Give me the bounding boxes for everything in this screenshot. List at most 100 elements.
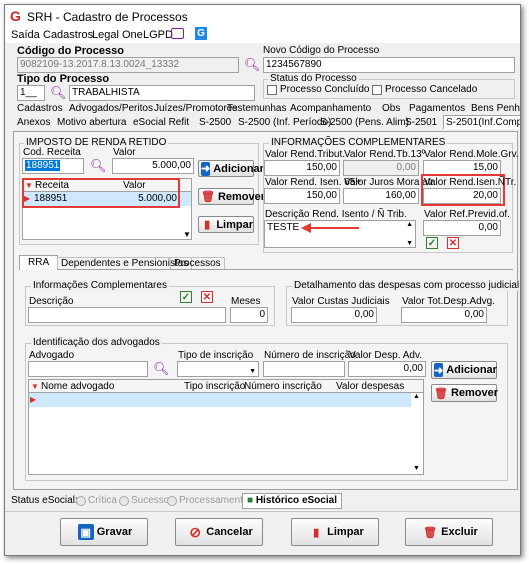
tab-cadastros[interactable]: Cadastros (17, 103, 63, 114)
imposto-remover-button[interactable]: 🗑︎ Remover (198, 188, 265, 205)
ref-previd-field[interactable]: 0,00 (423, 220, 501, 236)
descricao-field[interactable] (28, 307, 226, 323)
menu-cadastros[interactable]: Cadastros (43, 29, 93, 41)
tab-juizes-promotores[interactable]: Juízes/Promotores (154, 103, 237, 114)
cancelar-button[interactable]: ⊘ Cancelar (175, 518, 263, 546)
sucesso-radio[interactable] (119, 496, 129, 506)
tab-motivo-abertura[interactable]: Motivo abertura (57, 117, 126, 128)
rend-isen65-field[interactable]: 150,00 (264, 188, 340, 204)
eraser-icon: ▮ (313, 526, 320, 539)
search-icon[interactable]: 🔍︎ (153, 361, 170, 377)
advogados-adicionar-button[interactable]: ➜ Adicionar (431, 361, 497, 379)
eraser-icon: ▮ (204, 219, 211, 231)
screen-icon[interactable] (171, 28, 184, 39)
search-icon[interactable]: 🔍︎ (244, 57, 261, 73)
desc-rend-isento-label: Descrição Rend. Isento / Ñ Trib. (265, 209, 407, 220)
imposto-adicionar-label: Adicionar (213, 162, 264, 175)
meses-field[interactable]: 0 (230, 307, 268, 323)
row-pointer-icon: ▶ (30, 395, 37, 404)
gravar-button[interactable]: ▣ Gravar (60, 518, 148, 546)
desp-adv-label: Valor Desp. Adv. (349, 350, 422, 361)
cancel-x-icon[interactable]: ✕ (201, 291, 213, 303)
tab-s2500-inf-periodo[interactable]: S-2500 (Inf. Período) (238, 117, 331, 128)
rend-tribut-field[interactable]: 150,00 (264, 160, 340, 176)
table-row[interactable]: ▶ (29, 393, 411, 407)
search-icon[interactable]: 🔍︎ (90, 158, 107, 174)
juros-mora-field[interactable]: 160,00 (343, 188, 419, 204)
imposto-limpar-button[interactable]: ▮ Limpar (198, 216, 254, 233)
tab-acompanhamento[interactable]: Acompanhamento (290, 103, 371, 114)
trash-icon: 🗑︎ (201, 191, 215, 203)
rend-isen-ntr-label: Valor Rend.Isen.ÑTr. (424, 177, 517, 188)
advogado-field[interactable] (28, 361, 148, 377)
tab-bens-penh[interactable]: Bens Penh (471, 103, 520, 114)
limpar-label: Limpar (327, 526, 364, 538)
tab-s2500-pens-alim[interactable]: S-2500 (Pens. Alim) (320, 117, 409, 128)
sucesso-label: Sucesso (131, 495, 170, 506)
info-comp-title: INFORMAÇÕES COMPLEMENTARES (269, 137, 448, 148)
history-icon: ■ (247, 495, 254, 506)
cancel-x-icon[interactable]: ✕ (447, 237, 459, 249)
scroll-up-icon[interactable]: ▲ (406, 221, 413, 228)
imposto-adicionar-button[interactable]: ➜ Adicionar (198, 160, 264, 177)
menu-saida[interactable]: Saída (11, 29, 40, 41)
scroll-down-icon[interactable]: ▼ (183, 230, 191, 239)
subtab-rra[interactable]: RRA (19, 255, 59, 270)
valor-field[interactable]: 5.000,00 (112, 158, 194, 174)
scroll-down-icon[interactable]: ▼ (413, 465, 420, 472)
tab-s2501-inf-compl[interactable]: S-2501(Inf.Compl) (443, 115, 520, 129)
codigo-processo-label: Código do Processo (17, 45, 124, 57)
search-icon[interactable]: 🔍︎ (50, 85, 67, 101)
col-valor-despesas: Valor despesas (336, 381, 405, 392)
processo-cancelado-checkbox[interactable] (372, 85, 382, 95)
historico-esocial-label: Histórico eSocial (255, 495, 337, 506)
tab-obs[interactable]: Obs (382, 103, 400, 114)
tab-testemunhas[interactable]: Testemunhas (227, 103, 286, 114)
scroll-down-icon[interactable]: ▼ (406, 240, 413, 247)
scroll-up-icon[interactable]: ▲ (413, 393, 420, 400)
novo-codigo-label: Novo Código do Processo (263, 45, 380, 56)
imposto-limpar-label: Limpar (216, 218, 253, 231)
subtab-processos[interactable]: Processos (170, 257, 225, 269)
annotation-arrow-icon (301, 223, 359, 233)
custas-label: Valor Custas Judiciais (292, 296, 390, 307)
google-icon[interactable]: G (195, 27, 207, 40)
numero-inscricao-field[interactable] (263, 361, 345, 377)
menu-lgpd[interactable]: LGPD (143, 29, 173, 41)
novo-codigo-field[interactable]: 1234567890 (263, 57, 515, 73)
tab-s2501[interactable]: S-2501 (405, 117, 437, 128)
cod-receita-field[interactable]: 188951 (22, 158, 84, 174)
advogados-remover-button[interactable]: 🗑︎ Remover (431, 384, 498, 402)
arrow-right-icon: ➜ (434, 363, 444, 377)
custas-field[interactable]: 0,00 (291, 307, 377, 323)
processamento-radio[interactable] (167, 496, 177, 506)
tab-anexos[interactable]: Anexos (17, 117, 50, 128)
sort-indicator-icon: ▼ (31, 382, 39, 391)
tipo-processo-code[interactable]: 1__ (17, 85, 45, 101)
tab-advogados-peritos[interactable]: Advogados/Peritos (69, 103, 153, 114)
tab-esocial-refit[interactable]: eSocial Refit (133, 117, 189, 128)
rend-isen-ntr-field[interactable]: 20,00 (423, 188, 501, 204)
excluir-button[interactable]: 🗑︎ Excluir (405, 518, 493, 546)
desp-advg-field[interactable]: 0,00 (401, 307, 487, 323)
processo-concluido-checkbox[interactable] (267, 85, 277, 95)
historico-esocial-tab[interactable]: ■ Histórico eSocial (242, 493, 342, 509)
desp-adv-field[interactable]: 0,00 (348, 361, 426, 377)
meses-label: Meses (231, 296, 261, 307)
tipo-processo-label: Tipo do Processo (17, 73, 110, 85)
tipo-inscricao-select[interactable]: ▼ (177, 361, 259, 377)
critica-label: Crítica (88, 495, 117, 506)
cancelar-label: Cancelar (206, 526, 253, 538)
advogado-label: Advogado (29, 350, 75, 361)
limpar-button[interactable]: ▮ Limpar (291, 518, 379, 546)
critica-radio[interactable] (76, 496, 86, 506)
tab-s2500[interactable]: S-2500 (199, 117, 231, 128)
ref-previd-label: Valor Ref.Previd.of. (424, 209, 510, 220)
menu-bar: Saída Cadastros Legal One LGPD G (5, 27, 520, 43)
status-processo-title: Status do Processo (268, 73, 359, 84)
menu-legal-one[interactable]: Legal One (92, 29, 143, 41)
confirm-check-icon[interactable]: ✓ (180, 291, 192, 303)
advogados-grid-header: ▼ Nome advogado Tipo inscrição Número in… (28, 379, 424, 393)
confirm-check-icon[interactable]: ✓ (426, 237, 438, 249)
tab-pagamentos[interactable]: Pagamentos (409, 103, 465, 114)
